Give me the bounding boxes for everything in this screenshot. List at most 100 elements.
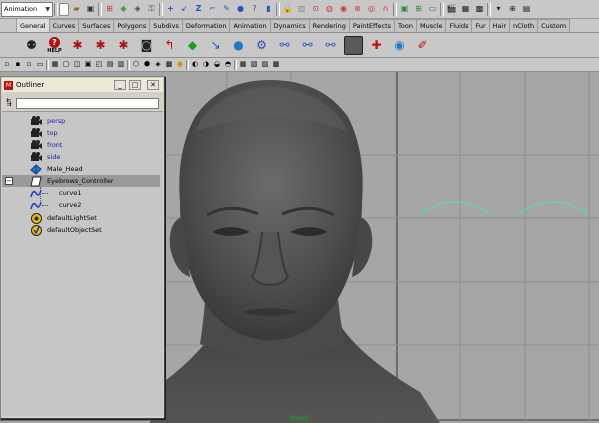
- select-component-icon[interactable]: ◈: [131, 3, 144, 16]
- shelf-tab[interactable]: PaintEffects: [348, 19, 396, 32]
- gate-mask-icon[interactable]: ▣: [83, 60, 93, 70]
- shelf-tab[interactable]: Dynamics: [269, 19, 310, 32]
- help-icon[interactable]: ? HELP: [45, 36, 64, 55]
- tool-settings-icon[interactable]: ▤: [520, 3, 533, 16]
- ipr-render-icon[interactable]: ∩: [379, 3, 392, 16]
- render-globals-icon[interactable]: ▩: [473, 3, 486, 16]
- ipr-icon[interactable]: ✱: [91, 36, 110, 55]
- shelf-tab[interactable]: Surfaces: [78, 19, 115, 32]
- shelf-tab[interactable]: Curves: [48, 19, 80, 32]
- render-icon[interactable]: ✱: [68, 36, 87, 55]
- blend-shape-icon[interactable]: ⚯: [321, 36, 340, 55]
- shadows-icon[interactable]: ◐: [190, 60, 200, 70]
- make-live-icon[interactable]: ◉: [337, 3, 350, 16]
- select-curves-icon[interactable]: Z: [192, 3, 205, 16]
- skin-icon[interactable]: ⚯: [298, 36, 317, 55]
- dope-sheet-icon[interactable]: ✚: [367, 36, 386, 55]
- camera-icon[interactable]: ◙: [137, 36, 156, 55]
- snap-view-plane-icon[interactable]: ◍: [323, 3, 336, 16]
- list-item-side[interactable]: side: [2, 151, 160, 163]
- image-plane-icon[interactable]: ▭: [35, 60, 45, 70]
- attribute-editor-icon[interactable]: ▭: [426, 3, 439, 16]
- close-button[interactable]: ✕: [147, 80, 159, 90]
- xray-icon[interactable]: ◑: [201, 60, 211, 70]
- list-item-default-object-set[interactable]: defaultObjectSet: [2, 224, 160, 236]
- menu-set-dropdown[interactable]: Animation ▼: [1, 1, 53, 17]
- joint-tool-icon[interactable]: ⚙: [252, 36, 271, 55]
- list-item-default-light-set[interactable]: defaultLightSet: [2, 212, 160, 224]
- render-globals-icon[interactable]: ✱: [114, 36, 133, 55]
- film-gate-icon[interactable]: ▢: [61, 60, 71, 70]
- new-scene-icon[interactable]: [59, 2, 69, 16]
- shelf-tab[interactable]: Toon: [394, 19, 417, 32]
- clapper-icon[interactable]: 🎬: [445, 3, 458, 16]
- shelf-tab[interactable]: General: [16, 18, 50, 32]
- xray-joints-icon[interactable]: ◒: [212, 60, 222, 70]
- shelf-tab[interactable]: Custom: [537, 19, 571, 32]
- input-line-icon[interactable]: ▾: [492, 3, 505, 16]
- shelf-tab[interactable]: nCloth: [509, 19, 539, 32]
- outliner-search-input[interactable]: [16, 97, 159, 109]
- ik-handle-icon[interactable]: ⚯: [275, 36, 294, 55]
- wireframe-on-shaded-icon[interactable]: ◈: [153, 60, 163, 70]
- channel-box-icon[interactable]: ⊕: [506, 3, 519, 16]
- shelf-tab[interactable]: Fluids: [445, 19, 473, 32]
- select-hierarchy-icon[interactable]: ⊞: [103, 3, 116, 16]
- open-scene-icon[interactable]: ▰: [70, 3, 83, 16]
- shelf-tab[interactable]: Hair: [488, 19, 511, 32]
- list-item-persp[interactable]: persp: [2, 115, 160, 127]
- camera-attributes-icon[interactable]: ▪: [13, 60, 23, 70]
- sphere-icon[interactable]: ●: [229, 36, 248, 55]
- hq-render-icon[interactable]: ▦: [238, 60, 248, 70]
- bookmark-icon[interactable]: ▫: [24, 60, 34, 70]
- ao-icon[interactable]: ▧: [249, 60, 259, 70]
- select-object-icon[interactable]: ◆: [117, 3, 130, 16]
- grid-icon[interactable]: ▦: [50, 60, 60, 70]
- resolution-gate-icon[interactable]: ◫: [72, 60, 82, 70]
- render-frame-icon[interactable]: ◎: [365, 3, 378, 16]
- shelf-tab[interactable]: Polygons: [113, 19, 151, 32]
- list-item-curve2[interactable]: curve2: [2, 199, 160, 211]
- minimize-button[interactable]: _: [114, 80, 126, 90]
- safe-title-icon[interactable]: ▥: [116, 60, 126, 70]
- render-settings-icon[interactable]: ▣: [398, 3, 411, 16]
- shelf-tab[interactable]: Subdivs: [149, 19, 183, 32]
- collapse-toggle-icon[interactable]: −: [5, 177, 13, 185]
- list-item-top[interactable]: top: [2, 127, 160, 139]
- textured-icon[interactable]: ▩: [164, 60, 174, 70]
- layer-icon[interactable]: ◆: [183, 36, 202, 55]
- save-scene-icon[interactable]: ▣: [84, 3, 97, 16]
- maximize-button[interactable]: □: [129, 80, 141, 90]
- list-item-male-head[interactable]: Male_Head: [2, 163, 160, 175]
- list-item-front[interactable]: front: [2, 139, 160, 151]
- select-deformations-icon[interactable]: ✎: [220, 3, 233, 16]
- select-joints-icon[interactable]: ↙: [178, 3, 191, 16]
- outliner-titlebar[interactable]: M Outliner _ □ ✕: [2, 78, 163, 92]
- select-rendering-icon[interactable]: ?: [248, 3, 261, 16]
- select-misc-icon[interactable]: ▮: [262, 3, 275, 16]
- shelf-tab[interactable]: Muscle: [415, 19, 447, 32]
- safe-action-icon[interactable]: ▤: [105, 60, 115, 70]
- script-editor-icon[interactable]: ⚉: [22, 36, 41, 55]
- isolate-select-icon[interactable]: ◓: [223, 60, 233, 70]
- shelf-tab[interactable]: Rendering: [308, 19, 350, 32]
- shelf-tab[interactable]: Deformation: [181, 19, 231, 32]
- ipr-clapper-icon[interactable]: ▦: [459, 3, 472, 16]
- snap-curve-icon[interactable]: ▥: [295, 3, 308, 16]
- select-surfaces-icon[interactable]: ⌐: [206, 3, 219, 16]
- dof-icon[interactable]: ▩: [271, 60, 281, 70]
- snap-grid-icon[interactable]: 🔒: [281, 3, 294, 16]
- list-item-eyebrows-controller[interactable]: − Eyebrows_Controller: [2, 175, 160, 187]
- field-chart-icon[interactable]: ◰: [94, 60, 104, 70]
- paint-select-icon[interactable]: ↘: [206, 36, 225, 55]
- graph-editor-icon[interactable]: [344, 35, 363, 55]
- lighting-icon[interactable]: ●: [175, 60, 185, 70]
- shelf-tab[interactable]: Animation: [229, 19, 271, 32]
- select-camera-icon[interactable]: ▫: [2, 60, 12, 70]
- hypershade-icon[interactable]: ⊞: [412, 3, 425, 16]
- curve-tool-icon[interactable]: ↰: [160, 36, 179, 55]
- wireframe-icon[interactable]: ⬡: [131, 60, 141, 70]
- brush-icon[interactable]: ✐: [413, 36, 432, 55]
- history-icon[interactable]: ⊛: [351, 3, 364, 16]
- shelf-tab[interactable]: Fur: [471, 19, 490, 32]
